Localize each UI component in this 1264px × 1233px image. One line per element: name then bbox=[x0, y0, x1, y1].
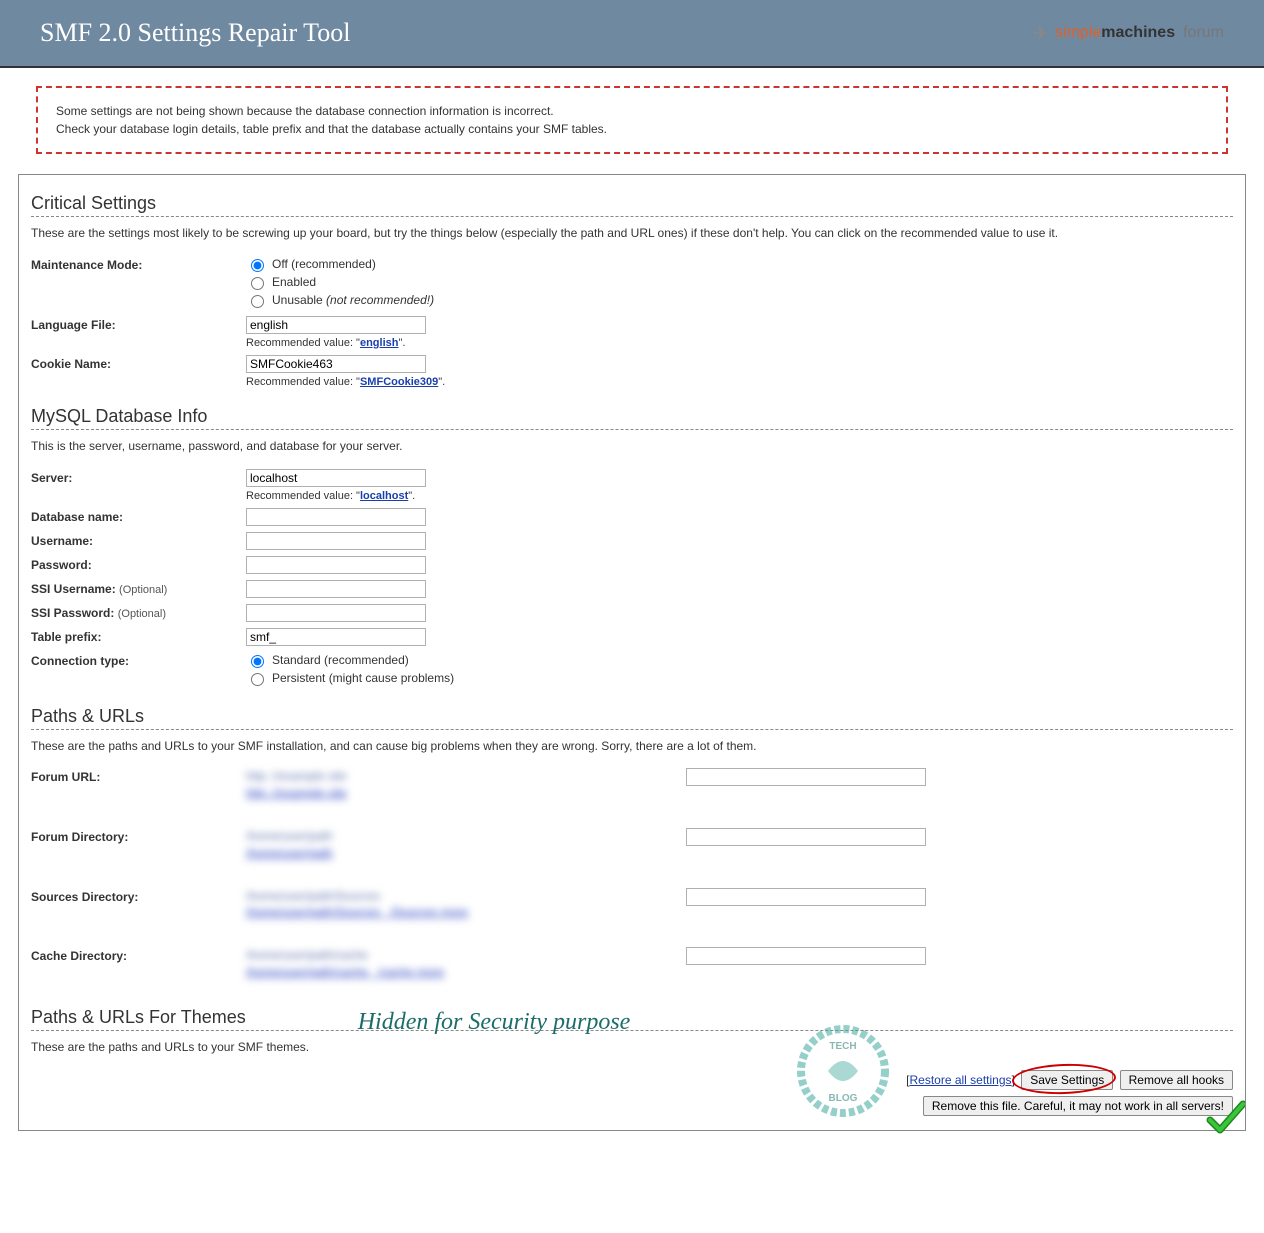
server-label: Server: bbox=[31, 469, 246, 485]
language-label: Language File: bbox=[31, 316, 246, 332]
paths-desc: These are the paths and URLs to your SMF… bbox=[31, 738, 1233, 755]
forum-url-input[interactable] bbox=[686, 768, 926, 786]
footer-actions: TECH BLOG [Restore all settings] Save Se… bbox=[31, 1070, 1233, 1116]
smf-logo: ✈ simplemachines forum bbox=[1032, 21, 1224, 46]
forum-dir-input[interactable] bbox=[686, 828, 926, 846]
conn-label: Connection type: bbox=[31, 652, 246, 668]
critical-desc: These are the settings most likely to be… bbox=[31, 225, 1233, 242]
divider bbox=[31, 429, 1233, 430]
critical-title: Critical Settings bbox=[31, 193, 1233, 214]
cookie-input[interactable] bbox=[246, 355, 426, 373]
dbname-label: Database name: bbox=[31, 508, 246, 524]
svg-text:TECH: TECH bbox=[829, 1041, 856, 1052]
checkmark-icon bbox=[1205, 1098, 1245, 1138]
cache-dir-input[interactable] bbox=[686, 947, 926, 965]
error-line-1: Some settings are not being shown becaus… bbox=[56, 102, 1208, 120]
themes-desc: These are the paths and URLs to your SMF… bbox=[31, 1039, 1233, 1056]
save-settings-button[interactable]: Save Settings bbox=[1021, 1070, 1113, 1090]
language-reco-link[interactable]: english bbox=[360, 337, 399, 349]
plane-icon: ✈ bbox=[1032, 21, 1049, 46]
maintenance-label: Maintenance Mode: bbox=[31, 256, 246, 272]
language-input[interactable] bbox=[246, 316, 426, 334]
server-input[interactable] bbox=[246, 469, 426, 487]
maintenance-unusable-radio[interactable] bbox=[251, 295, 264, 308]
db-desc: This is the server, username, password, … bbox=[31, 438, 1233, 455]
username-input[interactable] bbox=[246, 532, 426, 550]
svg-text:BLOG: BLOG bbox=[829, 1093, 858, 1104]
divider bbox=[31, 1030, 1233, 1031]
divider bbox=[31, 216, 1233, 217]
page-title: SMF 2.0 Settings Repair Tool bbox=[40, 18, 350, 48]
remove-file-button[interactable]: Remove this file. Careful, it may not wo… bbox=[923, 1096, 1233, 1116]
conn-persist-radio[interactable] bbox=[251, 673, 264, 686]
themes-title: Paths & URLs For Themes bbox=[31, 1007, 1233, 1028]
watermark-icon: TECH BLOG bbox=[793, 1021, 893, 1121]
ssi-user-label: SSI Username: (Optional) bbox=[31, 580, 246, 596]
server-reco: Recommended value: "localhost". bbox=[246, 490, 1233, 502]
divider bbox=[31, 729, 1233, 730]
sources-dir-label: Sources Directory: bbox=[31, 888, 246, 904]
forum-url-label: Forum URL: bbox=[31, 768, 246, 784]
header: SMF 2.0 Settings Repair Tool ✈ simplemac… bbox=[0, 0, 1264, 68]
ssi-pass-input[interactable] bbox=[246, 604, 426, 622]
db-title: MySQL Database Info bbox=[31, 406, 1233, 427]
restore-all-link[interactable]: Restore all settings bbox=[909, 1073, 1011, 1087]
password-label: Password: bbox=[31, 556, 246, 572]
settings-panel: Critical Settings These are the settings… bbox=[18, 174, 1246, 1131]
prefix-input[interactable] bbox=[246, 628, 426, 646]
maintenance-off-radio[interactable] bbox=[251, 259, 264, 272]
forum-dir-label: Forum Directory: bbox=[31, 828, 246, 844]
username-label: Username: bbox=[31, 532, 246, 548]
password-input[interactable] bbox=[246, 556, 426, 574]
error-box: Some settings are not being shown becaus… bbox=[36, 86, 1228, 154]
maintenance-enabled-radio[interactable] bbox=[251, 277, 264, 290]
cookie-reco-link[interactable]: SMFCookie309 bbox=[360, 376, 438, 388]
sources-dir-input[interactable] bbox=[686, 888, 926, 906]
remove-hooks-button[interactable]: Remove all hooks bbox=[1120, 1070, 1233, 1090]
paths-title: Paths & URLs bbox=[31, 706, 1233, 727]
server-reco-link[interactable]: localhost bbox=[360, 490, 408, 502]
cookie-label: Cookie Name: bbox=[31, 355, 246, 371]
ssi-pass-label: SSI Password: (Optional) bbox=[31, 604, 246, 620]
dbname-input[interactable] bbox=[246, 508, 426, 526]
prefix-label: Table prefix: bbox=[31, 628, 246, 644]
ssi-user-input[interactable] bbox=[246, 580, 426, 598]
language-reco: Recommended value: "english". bbox=[246, 337, 1233, 349]
conn-standard-radio[interactable] bbox=[251, 655, 264, 668]
cookie-reco: Recommended value: "SMFCookie309". bbox=[246, 376, 1233, 388]
cache-dir-label: Cache Directory: bbox=[31, 947, 246, 963]
error-line-2: Check your database login details, table… bbox=[56, 120, 1208, 138]
